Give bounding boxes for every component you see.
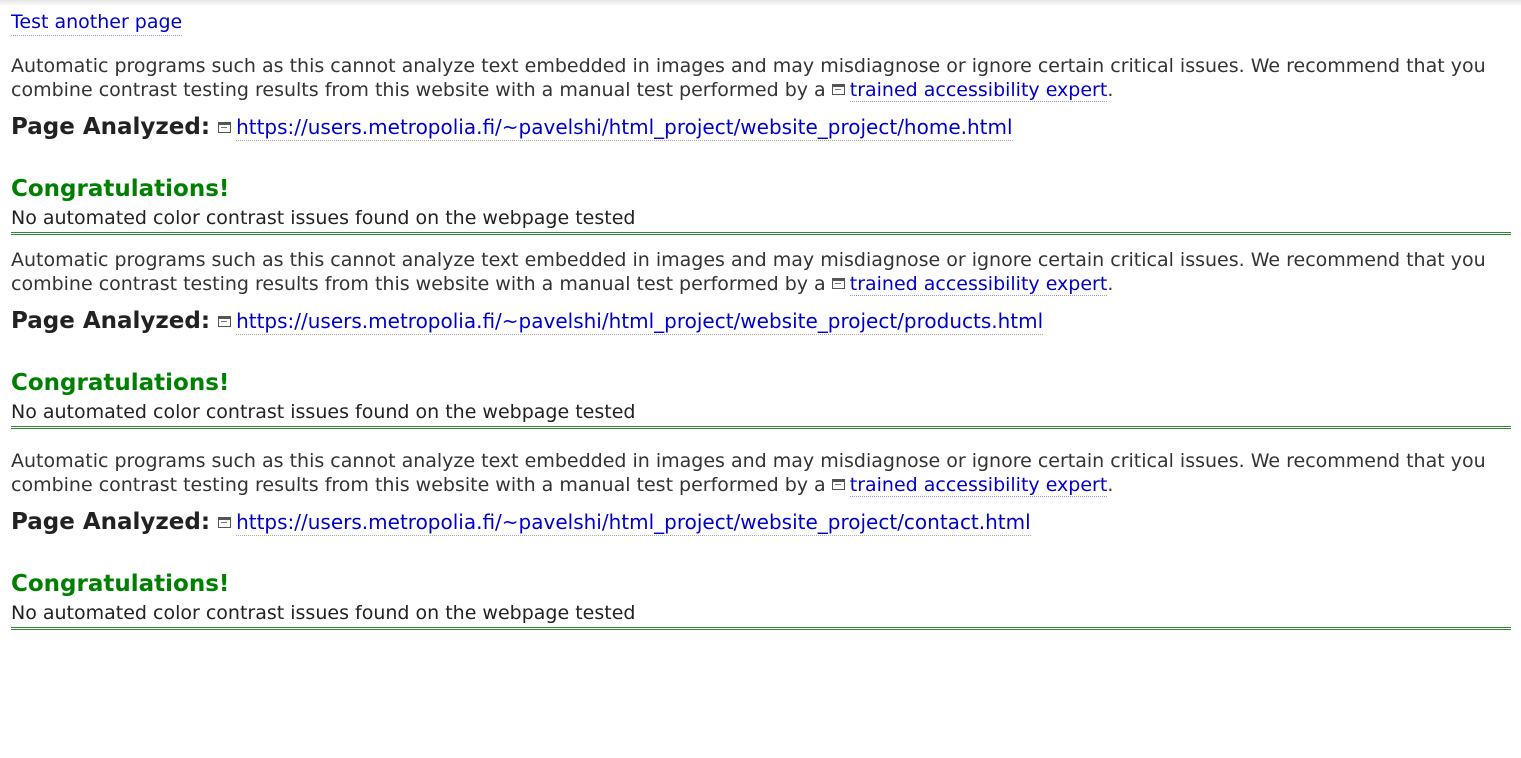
disclaimer-paragraph: Automatic programs such as this cannot a… [11,248,1511,296]
trained-expert-link[interactable]: trained accessibility expert [849,79,1108,102]
congratulations-heading: Congratulations! [11,176,230,202]
report-section-contact: Automatic programs such as this cannot a… [11,449,1511,630]
page-analyzed-heading: Page Analyzed: https://users.metropolia.f… [11,112,1511,142]
disclaimer-text: Automatic programs such as this cannot a… [11,249,1486,295]
page-analyzed-label: Page Analyzed: [11,308,211,334]
congratulations-message: No automated color contrast issues found… [11,401,636,423]
trained-expert-link[interactable]: trained accessibility expert [849,273,1108,296]
section-divider [11,627,1511,630]
congratulations-message: No automated color contrast issues found… [11,602,636,624]
congratulations-heading: Congratulations! [11,571,230,597]
report-section-home: Automatic programs such as this cannot a… [11,54,1511,235]
external-link-icon [831,84,845,95]
analyzed-url-link[interactable]: https://users.metropolia.fi/~pavelshi/ht… [236,115,1013,141]
external-link-icon [218,316,232,327]
analyzed-url-link[interactable]: https://users.metropolia.fi/~pavelshi/ht… [236,309,1044,335]
disclaimer-end: . [1107,79,1114,101]
disclaimer-paragraph: Automatic programs such as this cannot a… [11,54,1511,102]
trained-expert-link[interactable]: trained accessibility expert [849,474,1108,497]
report-section-products: Automatic programs such as this cannot a… [11,248,1511,429]
results-content: Test another page Automatic programs suc… [11,9,1511,630]
top-edge-shadow [0,0,1521,6]
external-link-icon [831,479,845,490]
disclaimer-text: Automatic programs such as this cannot a… [11,450,1486,496]
page-analyzed-label: Page Analyzed: [11,114,211,140]
page-analyzed-label: Page Analyzed: [11,509,211,535]
analyzed-url-link[interactable]: https://users.metropolia.fi/~pavelshi/ht… [236,510,1031,536]
external-link-icon [831,278,845,289]
section-divider [11,232,1511,235]
disclaimer-end: . [1107,273,1114,295]
section-divider [11,426,1511,429]
congratulations-message: No automated color contrast issues found… [11,207,636,229]
external-link-icon [218,122,232,133]
disclaimer-text: Automatic programs such as this cannot a… [11,55,1486,101]
test-another-page-link[interactable]: Test another page [11,9,183,36]
external-link-icon [218,517,232,528]
disclaimer-paragraph: Automatic programs such as this cannot a… [11,449,1511,497]
page-analyzed-heading: Page Analyzed: https://users.metropolia.f… [11,306,1511,336]
page-analyzed-heading: Page Analyzed: https://users.metropolia.f… [11,507,1511,537]
congratulations-heading: Congratulations! [11,370,230,396]
disclaimer-end: . [1107,474,1114,496]
